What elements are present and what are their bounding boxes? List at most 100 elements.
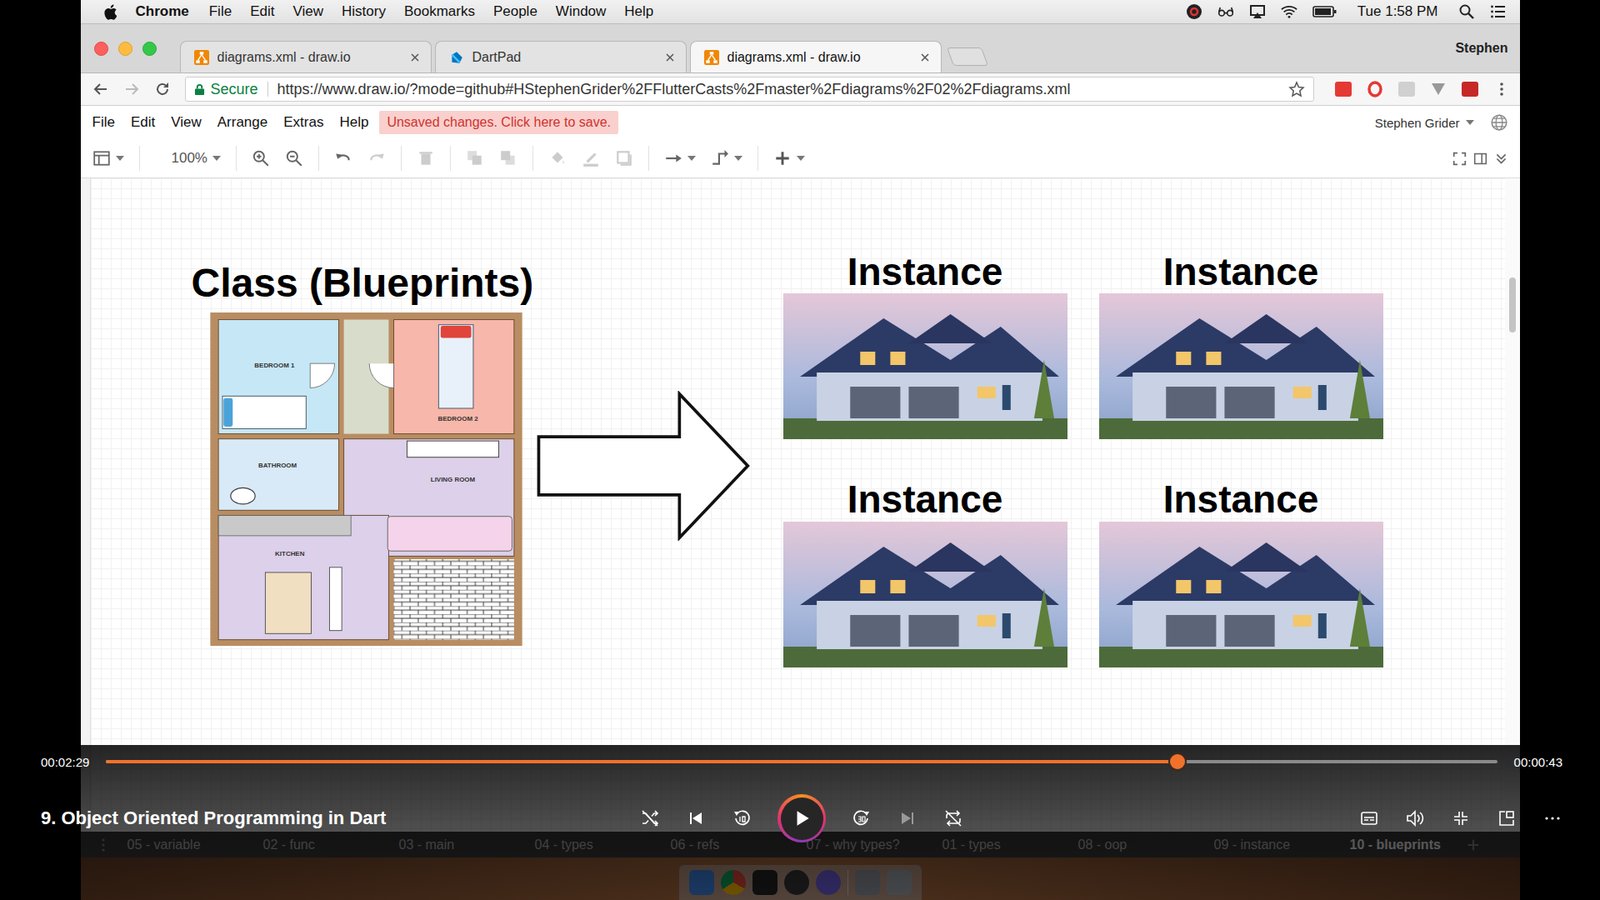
ublock-icon[interactable] [1461, 81, 1479, 97]
menu-item[interactable]: Arrange [217, 114, 268, 131]
search-icon[interactable] [1458, 3, 1475, 20]
undo-icon[interactable] [334, 149, 353, 168]
new-tab-button[interactable] [945, 47, 988, 66]
format-panel-icon[interactable] [1473, 151, 1488, 166]
minimize-window-button[interactable] [118, 41, 133, 56]
more-options-icon[interactable] [1542, 808, 1563, 829]
floorplan-image[interactable]: BEDROOM 1BEDROOM 2BATHROOMLIVING ROOMKIT… [210, 312, 523, 646]
airplay-icon[interactable] [1249, 3, 1266, 20]
shuffle-icon[interactable] [640, 808, 660, 829]
room[interactable] [218, 320, 339, 435]
room[interactable] [218, 439, 339, 511]
bookmark-star-icon[interactable] [1288, 80, 1305, 98]
menu-item[interactable]: View [292, 3, 324, 20]
drawio-icon [194, 50, 210, 65]
room[interactable] [218, 515, 389, 640]
globe-icon[interactable] [1490, 113, 1509, 132]
shadow-icon[interactable] [615, 149, 634, 168]
glasses-icon[interactable] [1217, 3, 1235, 20]
menu-item[interactable]: People [493, 3, 538, 20]
opera-icon[interactable] [1366, 80, 1384, 98]
notification-list-icon[interactable] [1490, 3, 1507, 20]
menu-item[interactable]: Edit [130, 114, 155, 131]
address-field[interactable]: Securehttps://www.draw.io/?mode=github#H… [185, 76, 1315, 102]
menu-item[interactable]: Bookmarks [404, 3, 475, 20]
fill-color-icon[interactable] [548, 149, 567, 168]
forward-icon[interactable] [123, 80, 140, 98]
drawing-area[interactable]: Class (Blueprints) BEDROOM 1BEDROOM 2BATH… [90, 178, 1505, 832]
menu-item[interactable]: Window [555, 3, 606, 20]
menu-item[interactable]: View [170, 114, 202, 131]
close-tab-icon[interactable] [665, 53, 675, 62]
user-menu[interactable]: Stephen Grider [1375, 115, 1460, 130]
close-window-button[interactable] [94, 41, 109, 56]
next-icon[interactable] [897, 808, 918, 829]
play-button-face [780, 797, 824, 840]
to-back-icon[interactable] [499, 149, 518, 168]
browser-tab[interactable]: diagrams.xml - draw.io [690, 40, 942, 73]
profile-name[interactable]: Stephen [1455, 40, 1508, 56]
browser-tab[interactable]: DartPad [435, 40, 687, 73]
vue-devtools-icon[interactable] [1430, 80, 1447, 98]
menu-item[interactable]: History [341, 3, 386, 20]
house-photo [1099, 293, 1384, 440]
room[interactable] [393, 320, 514, 435]
vertical-scrollbar[interactable] [1505, 178, 1520, 832]
reload-icon[interactable] [154, 80, 171, 98]
menu-item[interactable]: Help [339, 114, 369, 131]
menu-item[interactable]: Edit [250, 3, 275, 20]
menu-item[interactable]: Help [624, 3, 654, 20]
browser-tab[interactable]: diagrams.xml - draw.io [180, 40, 432, 73]
redo-icon[interactable] [367, 149, 386, 168]
mini-player-icon[interactable] [1496, 808, 1517, 829]
waypoint-select[interactable] [710, 149, 743, 168]
app-menu[interactable]: Chrome [135, 3, 190, 20]
volume-icon[interactable] [1405, 808, 1425, 829]
skip-forward-icon[interactable] [851, 808, 872, 829]
close-tab-icon[interactable] [920, 53, 930, 62]
instance-card[interactable]: Instance [783, 251, 1068, 440]
arrow-shape[interactable] [536, 390, 751, 541]
instance-card[interactable]: Instance [1099, 251, 1384, 440]
connection-select[interactable] [664, 149, 696, 168]
extension-icon[interactable] [1335, 81, 1352, 97]
zoom-select[interactable]: 100% [155, 150, 221, 167]
format-toggle[interactable] [92, 149, 125, 168]
exit-fullscreen-icon[interactable] [1450, 808, 1471, 829]
seek-bar[interactable] [105, 760, 1497, 764]
zoom-window-button[interactable] [142, 41, 157, 56]
fullscreen-icon[interactable] [1452, 151, 1467, 166]
previous-icon[interactable] [685, 808, 706, 829]
delete-icon[interactable] [416, 149, 435, 168]
zoom-level: 100% [171, 150, 208, 167]
instance-card[interactable]: Instance [1099, 479, 1384, 667]
apple-icon[interactable] [102, 3, 118, 21]
menu-item[interactable]: File [92, 114, 115, 131]
menu-item[interactable]: File [209, 3, 232, 20]
sidebar-gutter[interactable] [80, 178, 91, 832]
instance-card[interactable]: Instance [783, 479, 1068, 667]
back-icon[interactable] [92, 80, 110, 98]
line-color-icon[interactable] [581, 149, 600, 168]
to-front-icon[interactable] [465, 149, 485, 168]
scroll-thumb[interactable] [1509, 277, 1516, 333]
clock[interactable]: Tue 1:58 PM [1357, 3, 1439, 20]
wifi-icon[interactable] [1280, 3, 1298, 20]
more-icon[interactable] [1493, 80, 1510, 98]
seek-knob[interactable] [1170, 754, 1185, 770]
zoom-out-icon[interactable] [285, 149, 304, 168]
zoom-in-icon[interactable] [251, 149, 270, 168]
skip-back-icon[interactable] [731, 808, 752, 829]
menu-item[interactable]: Extras [283, 114, 324, 131]
close-tab-icon[interactable] [410, 53, 420, 62]
css-extension-icon[interactable] [1398, 81, 1415, 97]
repeat-off-icon[interactable] [943, 808, 964, 829]
captions-icon[interactable] [1359, 808, 1380, 829]
play-button[interactable] [777, 794, 826, 843]
creative-cloud-icon[interactable] [1185, 3, 1203, 20]
collapse-icon[interactable] [1494, 151, 1509, 166]
unsaved-notice[interactable]: Unsaved changes. Click here to save. [379, 110, 619, 135]
battery-icon[interactable] [1312, 3, 1338, 20]
class-title[interactable]: Class (Blueprints) [191, 260, 535, 306]
insert-select[interactable] [773, 149, 805, 168]
